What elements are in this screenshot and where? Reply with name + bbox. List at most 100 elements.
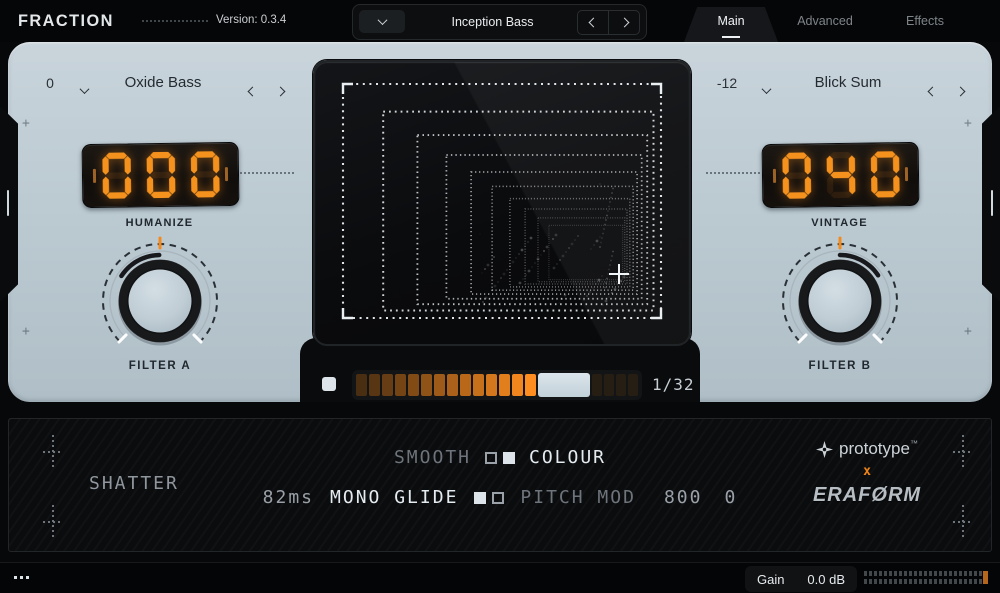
preset-dropdown-button[interactable] [359,10,405,33]
step-playhead[interactable] [538,373,590,397]
gain-control[interactable]: Gain 0.0 dB [745,566,857,592]
top-bar: FRACTION Version: 0.3.4 Inception Bass M… [0,0,1000,42]
step-cell[interactable] [434,374,445,396]
tab-effects[interactable]: Effects [892,14,958,28]
gain-value: 0.0 dB [807,571,845,587]
right-engine-name[interactable]: Blick Sum [783,74,913,91]
right-transpose-dropdown[interactable] [760,78,773,102]
rail-mark [991,190,993,216]
filter-b-knob[interactable] [770,231,910,371]
filter-a-knob[interactable] [90,231,230,371]
left-voice-dropdown[interactable] [78,78,91,102]
right-engine-prev-button[interactable] [926,79,939,103]
display-tick [904,167,909,182]
pitch-mod-label[interactable]: PITCH MOD [520,487,636,508]
step-cell[interactable] [592,374,602,396]
mono-glide-label[interactable]: MONO GLIDE [330,487,458,508]
dotted-connector [240,172,294,174]
tab-advanced[interactable]: Advanced [790,14,860,28]
active-tab-underline [722,36,740,38]
panel-plus-mark: + [22,324,30,339]
version-label: Version: 0.3.4 [216,14,287,26]
step-rate-label[interactable]: 1/32 [652,375,695,394]
preset-browser: Inception Bass [352,4,647,40]
version-dotted-line [142,20,208,22]
chevron-right-icon [955,86,966,97]
tab-main-label: Main [717,14,745,28]
step-cell[interactable] [486,374,497,396]
preset-name[interactable]: Inception Bass [413,5,572,39]
glide-time-value[interactable]: 82ms [263,487,314,508]
filter-a-label: FILTER A [128,360,192,372]
output-meter [864,571,988,584]
app-logo: FRACTION [18,11,114,30]
footer-bar: Gain 0.0 dB [0,562,1000,593]
left-engine-name[interactable]: Oxide Bass [98,74,228,91]
chevron-down-icon [761,84,772,95]
dotted-connector [706,172,760,174]
brand-block: prototype™ x ERAFØRM [797,439,937,507]
left-engine-next-button[interactable] [274,79,287,103]
display-tick [772,168,777,183]
crosshair-mark [953,505,973,539]
vintage-label: VINTAGE [811,217,868,229]
step-cell[interactable] [356,374,367,396]
step-cell[interactable] [408,374,419,396]
step-cell[interactable] [382,374,393,396]
smooth-colour-toggle[interactable] [485,451,515,464]
overflow-menu-button[interactable] [14,576,29,579]
chevron-down-icon [377,15,387,26]
step-cell[interactable] [395,374,406,396]
step-cell[interactable] [604,374,614,396]
prototype-logo: prototype™ [816,439,918,459]
smooth-label[interactable]: SMOOTH [394,447,471,468]
step-cell[interactable] [512,374,523,396]
lower-control-panel: SHATTER SMOOTH COLOUR 82ms MONO GLIDE PI… [8,418,992,552]
toggle-square-off-icon [485,451,497,464]
chevron-right-icon [275,86,286,97]
step-cell[interactable] [447,374,458,396]
chevron-right-icon [619,17,629,28]
display-tick [224,167,229,182]
panel-plus-mark: + [22,116,30,131]
panel-plus-mark: + [964,324,972,339]
vintage-display[interactable] [761,141,920,209]
right-engine-next-button[interactable] [954,79,967,103]
step-cell[interactable] [628,374,638,396]
xy-visualizer-screen[interactable] [313,60,691,346]
glide-pitchmod-toggle[interactable] [474,491,505,504]
preset-prev-button[interactable] [578,11,608,34]
step-sequencer-bar[interactable] [352,370,642,400]
preset-nav [577,10,640,35]
chevron-down-icon [79,84,90,95]
left-voice-value[interactable]: 0 [38,75,62,91]
humanize-display[interactable] [81,141,240,209]
right-transpose-value[interactable]: -12 [706,75,748,91]
meter-peak-mark [983,571,988,584]
step-toggle-button[interactable] [322,377,336,391]
panel-plus-mark: + [964,116,972,131]
preset-next-button[interactable] [609,11,639,34]
colour-label[interactable]: COLOUR [529,447,606,468]
left-engine-prev-button[interactable] [246,79,259,103]
brand-x: x [863,464,871,479]
chevron-left-icon [247,86,258,97]
chevron-left-icon [588,17,598,28]
pitch-mod-value-2[interactable]: 0 [724,487,737,508]
step-cell[interactable] [525,374,536,396]
display-tick [92,168,97,183]
prototype-star-icon [816,440,834,458]
toggle-square-on-icon [503,451,515,464]
humanize-label: HUMANIZE [125,217,194,229]
step-cell[interactable] [421,374,432,396]
step-cell[interactable] [369,374,380,396]
tab-main[interactable]: Main [684,7,778,42]
screen-gloss [315,62,689,344]
step-cell[interactable] [473,374,484,396]
step-cell[interactable] [499,374,510,396]
step-cell[interactable] [460,374,471,396]
pitch-mod-value-1[interactable]: 800 [664,487,703,508]
eraform-logo: ERAFØRM [812,484,922,506]
toggle-square-on-icon [474,491,487,504]
step-cell[interactable] [616,374,626,396]
